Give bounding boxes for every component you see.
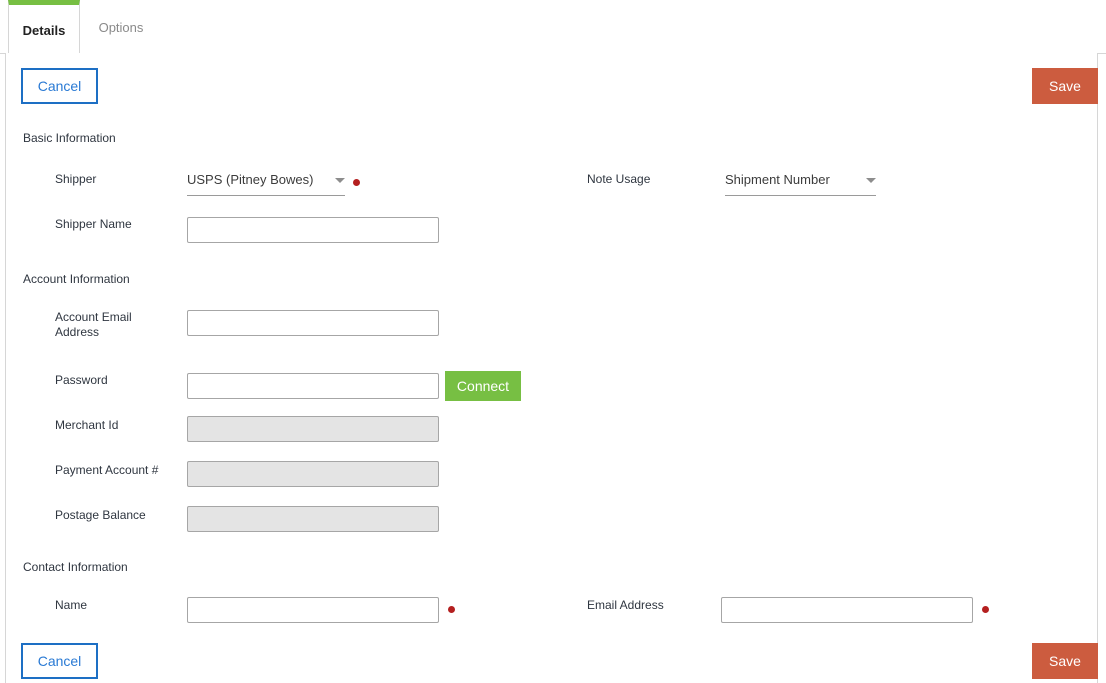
- note-usage-dropdown-value: Shipment Number: [725, 172, 830, 187]
- label-shipper-name: Shipper Name: [55, 217, 132, 231]
- save-button-top[interactable]: Save: [1032, 68, 1098, 104]
- shipper-settings-screen: Details Options Cancel Save Basic Inform…: [0, 0, 1106, 683]
- section-heading-account-information: Account Information: [23, 272, 130, 286]
- label-contact-name: Name: [55, 598, 88, 612]
- shipper-dropdown-value: USPS (Pitney Bowes): [187, 172, 314, 187]
- label-note-usage: Note Usage: [587, 172, 651, 186]
- payment-account-number-input: [187, 461, 439, 487]
- postage-balance-input: [187, 506, 439, 532]
- note-usage-dropdown[interactable]: Shipment Number: [725, 171, 876, 196]
- label-payment-account-number: Payment Account #: [55, 463, 159, 477]
- contact-name-input[interactable]: [187, 597, 439, 623]
- shipper-dropdown[interactable]: USPS (Pitney Bowes): [187, 171, 345, 196]
- save-button-bottom[interactable]: Save: [1032, 643, 1098, 679]
- cancel-button-top[interactable]: Cancel: [21, 68, 98, 104]
- account-email-address-input[interactable]: [187, 310, 439, 336]
- tab-options-label: Options: [98, 20, 144, 35]
- shipper-name-input[interactable]: [187, 217, 439, 243]
- required-dot-contact-name: [448, 606, 455, 613]
- label-postage-balance: Postage Balance: [55, 508, 146, 522]
- tab-details-label: Details: [22, 22, 66, 38]
- cancel-button-bottom[interactable]: Cancel: [21, 643, 98, 679]
- tab-bar: Details Options: [0, 0, 1106, 54]
- details-form-panel: Cancel Save Basic Information Shipper US…: [5, 53, 1098, 683]
- connect-button[interactable]: Connect: [445, 371, 521, 401]
- contact-email-address-input[interactable]: [721, 597, 973, 623]
- label-merchant-id: Merchant Id: [55, 418, 119, 432]
- label-shipper: Shipper: [55, 172, 97, 186]
- tab-options[interactable]: Options: [80, 0, 162, 53]
- label-contact-email-address: Email Address: [587, 598, 664, 612]
- label-account-email-address: Account Email Address: [55, 310, 132, 339]
- chevron-down-icon: [335, 178, 345, 183]
- label-password: Password: [55, 373, 108, 387]
- section-heading-basic-information: Basic Information: [23, 131, 116, 145]
- password-input[interactable]: [187, 373, 439, 399]
- merchant-id-input: [187, 416, 439, 442]
- chevron-down-icon: [866, 178, 876, 183]
- section-heading-contact-information: Contact Information: [23, 560, 128, 574]
- tab-details[interactable]: Details: [8, 0, 80, 53]
- required-dot-contact-email: [982, 606, 989, 613]
- required-dot-shipper: [353, 179, 360, 186]
